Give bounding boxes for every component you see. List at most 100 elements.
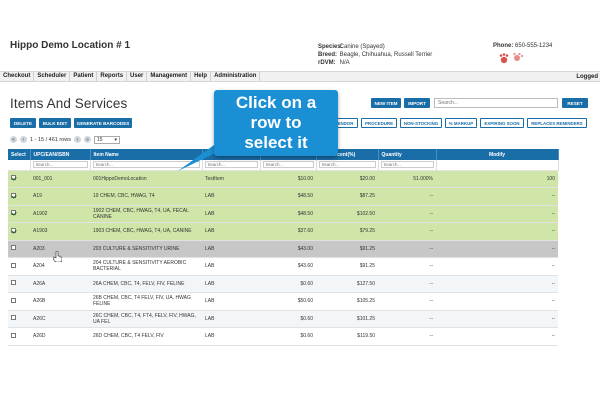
row-checkbox[interactable] bbox=[11, 315, 16, 321]
item-name-cell: 001HippoDemoLocation bbox=[90, 170, 202, 188]
nav-item-patient[interactable]: Patient bbox=[70, 72, 98, 81]
next-page-icon[interactable]: › bbox=[73, 136, 81, 143]
nav-item-management[interactable]: Management bbox=[147, 72, 192, 81]
category-cell: LAB bbox=[202, 240, 260, 258]
table-search-row bbox=[8, 160, 559, 171]
table-row[interactable]: A1902 1902 CHEM, CBC, HWAG, T4, UA, FECAL… bbox=[8, 205, 558, 223]
table-row[interactable]: A26B 26B CHEM, CBC, T4 FELV, FIV, UA, HWA… bbox=[8, 292, 558, 311]
upc-cell: A26C bbox=[30, 310, 90, 328]
tax-cell: -- bbox=[378, 310, 436, 328]
select-cell bbox=[8, 187, 30, 206]
upc-cell: A26A bbox=[30, 275, 90, 293]
filter-procedure-button[interactable]: PROCEDURE bbox=[361, 118, 397, 128]
first-page-icon[interactable]: « bbox=[10, 136, 17, 143]
filter-markup-button[interactable]: % MARKUP bbox=[445, 118, 477, 128]
table-row[interactable]: A26D 26D CHEM, CBC, T4 FELV, FIV LAB $0.60 $… bbox=[8, 327, 558, 346]
delete-button[interactable]: DELETE bbox=[10, 118, 36, 128]
search-price-input[interactable] bbox=[262, 161, 314, 169]
table-row[interactable]: 001_001 001HippoDemoLocation TestItem $10.0… bbox=[8, 170, 558, 188]
table-row[interactable]: A204 204 CULTURE & SENSITIVITY AEROBIC BA… bbox=[8, 257, 558, 276]
row-checkbox[interactable] bbox=[11, 175, 16, 181]
row-checkbox[interactable] bbox=[11, 297, 16, 303]
table-row[interactable]: A26C 26C CHEM, CBC, T4, FT4, FELV, FIV, H… bbox=[8, 310, 558, 328]
search-upc-input[interactable] bbox=[32, 161, 88, 169]
row-checkbox[interactable] bbox=[11, 332, 16, 338]
upc-cell: A26D bbox=[30, 327, 90, 346]
select-cell bbox=[8, 310, 30, 328]
select-cell bbox=[8, 170, 30, 188]
item-name-cell: 203 CULTURE & SENSITIVITY URINE bbox=[90, 240, 202, 258]
import-button[interactable]: IMPORT bbox=[404, 98, 430, 108]
select-cell bbox=[8, 292, 30, 311]
bulk-edit-button[interactable]: BULK EDIT bbox=[39, 118, 71, 128]
phone-info: Phone: 650-555-1234 bbox=[493, 43, 552, 49]
quantity-cell: -- bbox=[436, 310, 558, 328]
cost-cell: $43.00 bbox=[260, 240, 316, 258]
tax-cell: -- bbox=[378, 275, 436, 293]
filter-non-stocking-button[interactable]: NON-STOCKING bbox=[400, 118, 442, 128]
search-cell-price bbox=[260, 160, 317, 171]
table-row[interactable]: A203 203 CULTURE & SENSITIVITY URINE LAB $4… bbox=[8, 240, 558, 258]
quantity-cell: -- bbox=[436, 257, 558, 276]
select-cell bbox=[8, 257, 30, 276]
search-cell-modify bbox=[436, 160, 559, 171]
price-cell: $91.25 bbox=[316, 257, 378, 276]
nav-item-administration[interactable]: Administration bbox=[211, 72, 261, 81]
location-name: Hippo Demo Location # 1 bbox=[10, 40, 131, 51]
nav-item-help[interactable]: Help bbox=[191, 72, 212, 81]
phone-value: 650-555-1234 bbox=[515, 43, 553, 49]
quantity-cell: -- bbox=[436, 222, 558, 241]
row-checkbox[interactable] bbox=[11, 280, 16, 286]
breed-label: Breed: bbox=[318, 52, 338, 58]
item-name-cell: 19 CHEM, CBC, HWAG, T4 bbox=[90, 187, 202, 206]
col-upc[interactable]: UPC/EAN/ISBN bbox=[30, 149, 91, 160]
tax-cell: -- bbox=[378, 240, 436, 258]
search-tax-input[interactable] bbox=[318, 161, 376, 169]
per-page-select[interactable]: 15 ▾ bbox=[93, 135, 120, 144]
last-page-icon[interactable]: » bbox=[83, 136, 91, 143]
price-cell: $119.50 bbox=[316, 327, 378, 346]
generate-barcodes-button[interactable]: GENERATE BARCODES bbox=[74, 118, 132, 128]
patient-info: Species: Canine (Spayed) Breed: Beagle, … bbox=[318, 43, 432, 67]
cost-cell: $0.60 bbox=[260, 275, 316, 293]
table-row[interactable]: A1903 1903 CHEM, CBC, HWAG, T4, UA, CANIN… bbox=[8, 222, 558, 241]
nav-item-scheduler[interactable]: Scheduler bbox=[34, 72, 71, 81]
prev-page-icon[interactable]: ‹ bbox=[20, 136, 27, 143]
filter-replaces-reminders-button[interactable]: REPLACES REMINDERS bbox=[527, 118, 587, 128]
logged-status: Logged bbox=[576, 73, 598, 80]
row-checkbox[interactable] bbox=[11, 210, 16, 216]
global-search-input[interactable] bbox=[434, 98, 558, 108]
category-cell: LAB bbox=[202, 222, 260, 241]
row-checkbox[interactable] bbox=[11, 192, 16, 198]
nav-item-user[interactable]: User bbox=[127, 72, 148, 81]
select-cell bbox=[8, 205, 30, 223]
cost-cell: $0.60 bbox=[260, 327, 316, 346]
col-quantity[interactable]: Quantity bbox=[378, 149, 437, 160]
row-checkbox[interactable] bbox=[11, 245, 16, 251]
col-select: Select bbox=[8, 149, 31, 160]
upc-cell: 001_001 bbox=[30, 170, 90, 188]
cost-cell: $48.50 bbox=[260, 187, 316, 206]
reset-button[interactable]: RESET bbox=[562, 98, 588, 108]
nav-item-checkout[interactable]: Checkout bbox=[0, 72, 35, 81]
category-cell: LAB bbox=[202, 292, 260, 311]
row-checkbox[interactable] bbox=[11, 262, 16, 268]
search-quantity-input[interactable] bbox=[380, 161, 434, 169]
table-row[interactable]: A19 19 CHEM, CBC, HWAG, T4 LAB $48.50 $87.25… bbox=[8, 187, 558, 206]
table-row[interactable]: A26A 26A CHEM, CBC, T4, FELV, FIV, FELINE… bbox=[8, 275, 558, 293]
item-name-cell: 26A CHEM, CBC, T4, FELV, FIV, FELINE bbox=[90, 275, 202, 293]
category-cell: LAB bbox=[202, 187, 260, 206]
search-cell-quantity bbox=[378, 160, 437, 171]
select-cell bbox=[8, 222, 30, 241]
row-checkbox[interactable] bbox=[11, 227, 16, 233]
price-cell: $102.50 bbox=[316, 205, 378, 223]
new-item-button[interactable]: NEW ITEM bbox=[371, 98, 401, 108]
nav-item-reports[interactable]: Reports bbox=[97, 72, 128, 81]
category-cell: LAB bbox=[202, 257, 260, 276]
upc-cell: A1903 bbox=[30, 222, 90, 241]
page-title: Items And Services bbox=[10, 96, 128, 111]
breed-value: Beagle, Chihuahua, Russell Terrier bbox=[339, 52, 433, 58]
filter-expiring-soon-button[interactable]: EXPIRING SOON bbox=[480, 118, 524, 128]
category-cell: LAB bbox=[202, 327, 260, 346]
items-table: Select UPC/EAN/ISBN Item Name Price Tax … bbox=[8, 149, 559, 346]
